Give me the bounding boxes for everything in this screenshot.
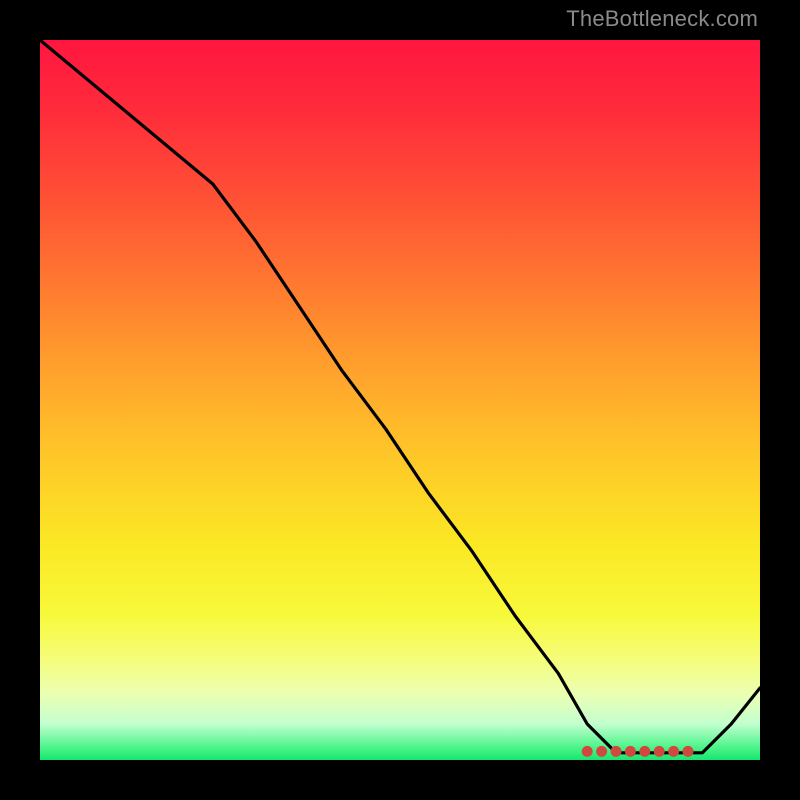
attribution-text: TheBottleneck.com (566, 6, 758, 32)
plot-gradient-background (40, 40, 760, 760)
chart-frame: TheBottleneck.com (0, 0, 800, 800)
